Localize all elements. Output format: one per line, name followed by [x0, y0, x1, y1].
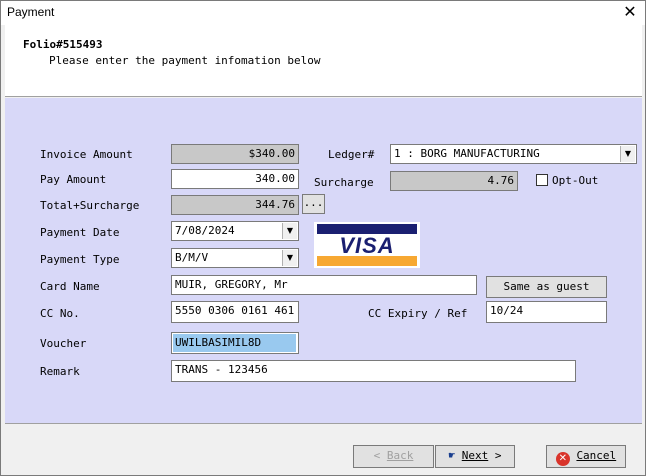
payment-type-label: Payment Type: [40, 253, 120, 266]
title-bar: Payment ✕: [1, 1, 645, 25]
next-suffix: >: [488, 449, 502, 462]
voucher-value: UWILBASIMIL8D: [173, 334, 296, 352]
payment-type-value: B/M/V: [175, 251, 209, 264]
next-button[interactable]: ☛ Next >: [435, 445, 515, 468]
chevron-down-icon[interactable]: ▼: [282, 223, 297, 239]
total-surcharge-field: 344.76: [171, 195, 299, 215]
invoice-amount-label: Invoice Amount: [40, 148, 133, 161]
pay-amount-label: Pay Amount: [40, 173, 107, 186]
payment-type-select[interactable]: B/M/V ▼: [171, 248, 299, 268]
back-prefix: <: [373, 449, 387, 462]
ledger-label: Ledger#: [328, 148, 375, 161]
header-panel: Folio#515493 Please enter the payment in…: [5, 25, 642, 97]
payment-date-value: 7/08/2024: [175, 224, 235, 237]
chevron-down-icon[interactable]: ▼: [620, 146, 635, 162]
pay-amount-input[interactable]: 340.00: [171, 169, 299, 189]
card-name-label: Card Name: [40, 280, 100, 293]
window-title: Payment: [7, 5, 55, 19]
chevron-down-icon[interactable]: ▼: [282, 250, 297, 266]
cancel-button[interactable]: ✕ Cancel: [546, 445, 626, 468]
close-icon[interactable]: ✕: [615, 1, 645, 25]
payment-date-picker[interactable]: 7/08/2024 ▼: [171, 221, 299, 241]
back-button[interactable]: < Back: [353, 445, 434, 468]
payment-date-label: Payment Date: [40, 226, 120, 239]
ledger-value: 1 : BORG MANUFACTURING: [394, 147, 540, 160]
total-surcharge-label: Total+Surcharge: [40, 199, 140, 212]
folio-number: Folio#515493: [23, 38, 103, 51]
total-details-button[interactable]: ...: [302, 194, 325, 214]
visa-card-icon: VISA: [314, 222, 420, 268]
cc-no-input[interactable]: 5550 0306 0161 461: [171, 301, 299, 323]
cc-expiry-label: CC Expiry / Ref: [368, 307, 468, 320]
payment-window: Payment ✕ Folio#515493 Please enter the …: [0, 0, 646, 476]
same-as-guest-button[interactable]: Same as guest: [486, 276, 607, 298]
voucher-label: Voucher: [40, 337, 87, 350]
invoice-amount-field: $340.00: [171, 144, 299, 164]
cancel-label: Cancel: [576, 449, 617, 462]
visa-band-bottom: [317, 256, 417, 266]
cc-no-label: CC No.: [40, 307, 80, 320]
cancel-icon: ✕: [555, 452, 570, 466]
voucher-input[interactable]: UWILBASIMIL8D: [171, 332, 299, 354]
card-name-input[interactable]: MUIR, GREGORY, Mr: [171, 275, 477, 295]
opt-out-checkbox[interactable]: [536, 174, 548, 186]
back-label: Back: [386, 449, 414, 462]
cc-expiry-input[interactable]: 10/24: [486, 301, 607, 323]
next-label: Next: [461, 449, 489, 462]
opt-out-label: Opt-Out: [552, 174, 599, 187]
surcharge-label: Surcharge: [314, 176, 374, 189]
remark-input[interactable]: TRANS - 123456: [171, 360, 576, 382]
remark-label: Remark: [40, 365, 80, 378]
ledger-select[interactable]: 1 : BORG MANUFACTURING ▼: [390, 144, 637, 164]
surcharge-field: 4.76: [390, 171, 518, 191]
instruction-text: Please enter the payment infomation belo…: [49, 54, 321, 67]
next-hand-icon: ☛: [448, 449, 456, 462]
